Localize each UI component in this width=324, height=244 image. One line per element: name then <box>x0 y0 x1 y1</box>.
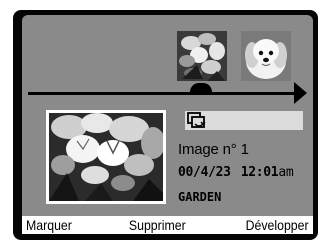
capture-time: 12:01 <box>240 165 279 180</box>
filmstrip-timeline <box>28 92 298 95</box>
capture-date: 00/4/23 <box>178 165 231 180</box>
flower-photo <box>49 113 163 201</box>
dog-thumbnail-image <box>241 31 291 81</box>
camera-screen: Image n° 1 00/4/23 12:01am GARDEN Marquer… <box>0 0 324 244</box>
thumbnail-flower[interactable] <box>177 31 227 81</box>
capture-time-suffix: am <box>278 165 294 180</box>
flower-thumbnail-image <box>177 31 227 81</box>
rotate-icon[interactable] <box>186 111 208 131</box>
mark-button[interactable]: Marquer <box>26 217 72 233</box>
playhead-icon[interactable] <box>190 83 212 92</box>
main-preview-image[interactable] <box>46 110 166 204</box>
arrow-right-icon <box>294 82 307 104</box>
rotate-icon-graphic <box>187 112 206 128</box>
softkey-bar: Marquer Supprimer Développer <box>22 216 313 234</box>
delete-button[interactable]: Supprimer <box>129 217 186 233</box>
image-number-label: Image n° 1 <box>178 141 249 158</box>
thumbnail-dog[interactable] <box>241 31 291 81</box>
develop-button[interactable]: Développer <box>246 217 309 233</box>
lcd-display: Image n° 1 00/4/23 12:01am GARDEN <box>22 15 313 216</box>
folder-name: GARDEN <box>178 190 222 204</box>
capture-datetime: 00/4/23 12:01am <box>178 165 294 180</box>
